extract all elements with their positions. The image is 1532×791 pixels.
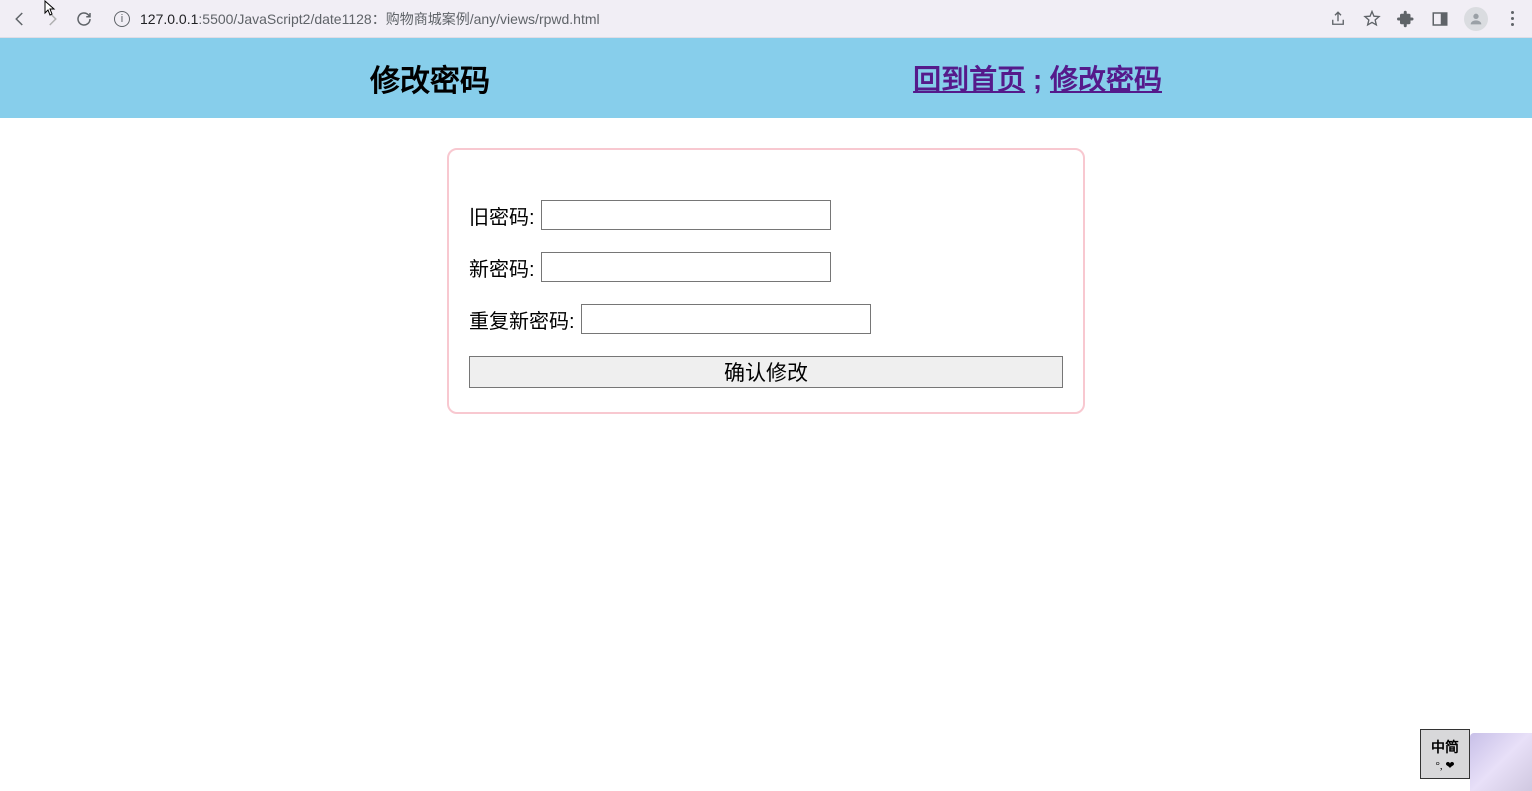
submit-button[interactable]: 确认修改 <box>469 356 1063 388</box>
new-password-label: 新密码: <box>469 253 535 282</box>
old-password-row: 旧密码: <box>469 200 1063 230</box>
old-password-label: 旧密码: <box>469 201 535 230</box>
side-panel-icon[interactable] <box>1430 9 1450 29</box>
back-button[interactable] <box>10 9 30 29</box>
reload-button[interactable] <box>74 9 94 29</box>
ime-sub-text: °, ❤ <box>1435 759 1454 772</box>
menu-dots-icon[interactable] <box>1502 9 1522 29</box>
repeat-password-label: 重复新密码: <box>469 305 575 334</box>
repeat-password-row: 重复新密码: <box>469 304 1063 334</box>
site-info-icon[interactable]: i <box>114 11 130 27</box>
extensions-icon[interactable] <box>1396 9 1416 29</box>
forward-button[interactable] <box>42 9 62 29</box>
share-icon[interactable] <box>1328 9 1348 29</box>
old-password-input[interactable] <box>541 200 831 230</box>
change-password-link[interactable]: 修改密码 <box>1050 64 1162 95</box>
page-title: 修改密码 <box>370 56 490 100</box>
repeat-password-input[interactable] <box>581 304 871 334</box>
link-separator: ; <box>1025 64 1050 95</box>
desktop-mascot <box>1470 733 1532 791</box>
profile-avatar-icon[interactable] <box>1464 7 1488 31</box>
change-password-form: 旧密码: 新密码: 重复新密码: 确认修改 <box>447 148 1085 414</box>
new-password-input[interactable] <box>541 252 831 282</box>
home-link[interactable]: 回到首页 <box>913 64 1025 95</box>
ime-lang-text: 中简 <box>1431 737 1459 757</box>
header-nav-links: 回到首页 ; 修改密码 <box>913 58 1162 98</box>
page-header: 修改密码 回到首页 ; 修改密码 <box>0 38 1532 118</box>
address-bar[interactable]: i 127.0.0.1:5500/JavaScript2/date1128：购物… <box>114 9 1306 29</box>
toolbar-right <box>1328 7 1522 31</box>
bookmark-star-icon[interactable] <box>1362 9 1382 29</box>
url-text: 127.0.0.1:5500/JavaScript2/date1128：购物商城… <box>140 9 600 29</box>
new-password-row: 新密码: <box>469 252 1063 282</box>
browser-toolbar: i 127.0.0.1:5500/JavaScript2/date1128：购物… <box>0 0 1532 38</box>
ime-indicator[interactable]: 中简 °, ❤ <box>1420 729 1470 779</box>
